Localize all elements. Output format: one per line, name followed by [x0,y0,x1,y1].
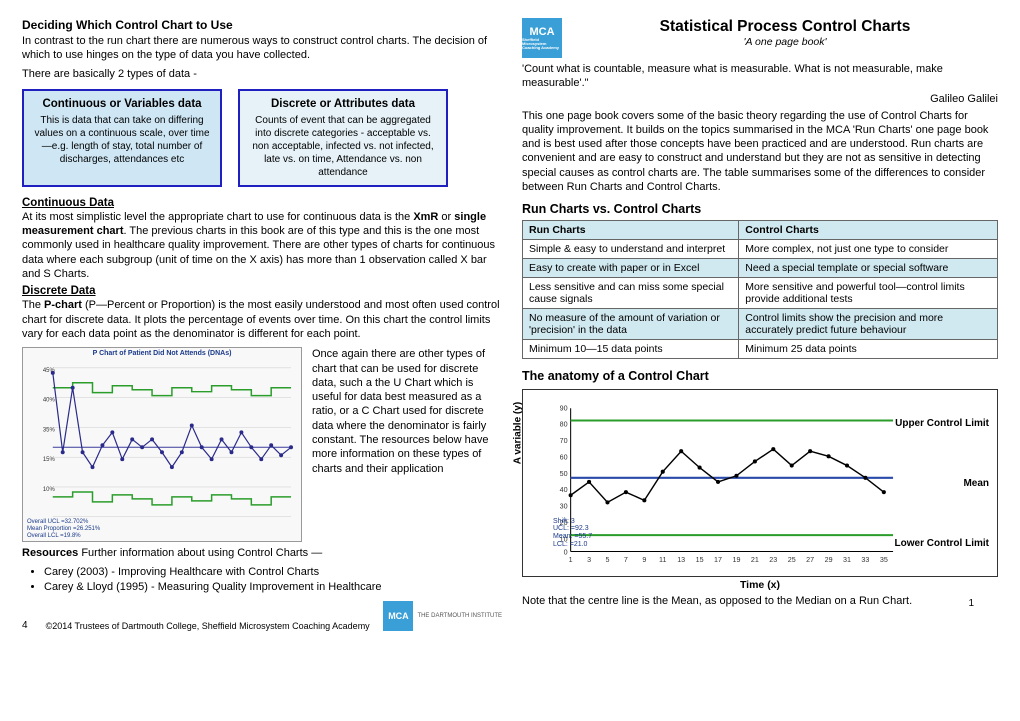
pchart-title: P Chart of Patient Did Not Attends (DNAs… [23,350,301,357]
table-cell: More complex, not just one type to consi… [739,240,998,259]
pchart-layout: P Chart of Patient Did Not Attends (DNAs… [22,347,502,542]
svg-text:19: 19 [732,556,740,564]
types-intro: There are basically 2 types of data - [22,67,502,81]
quote: 'Count what is countable, measure what i… [522,62,998,91]
table-cell: Need a special template or special softw… [739,259,998,278]
svg-text:15%: 15% [43,457,56,463]
subtitle: 'A one page book' [572,36,998,48]
svg-text:31: 31 [843,556,851,564]
table-cell: Easy to create with paper or in Excel [523,259,739,278]
anatomy-wrapper: A variable (y) Upper Control Limit Mean … [522,389,998,591]
resources-line: Resources Further information about usin… [22,546,502,560]
copyright: ©2014 Trustees of Dartmouth College, She… [46,621,370,631]
svg-text:60: 60 [560,454,568,462]
table-cell: Less sensitive and can miss some special… [523,278,739,309]
page-number-right: 1 [968,598,974,609]
pchart-image: P Chart of Patient Did Not Attends (DNAs… [22,347,302,542]
table-cell: Minimum 10—15 data points [523,340,739,359]
discrete-box-body: Counts of event that can be aggregated i… [248,114,438,179]
svg-text:27: 27 [806,556,814,564]
continuous-box-title: Continuous or Variables data [32,97,212,112]
pchart-side-text: Once again there are other types of char… [312,347,502,542]
th-control-charts: Control Charts [739,221,998,240]
svg-text:50: 50 [560,470,568,478]
svg-text:80: 80 [560,421,568,429]
lcl-label: Lower Control Limit [895,538,989,549]
anatomy-heading: The anatomy of a Control Chart [522,369,998,383]
mca-logo-small: MCA [383,601,413,631]
svg-text:29: 29 [825,556,833,564]
ucl-label: Upper Control Limit [895,418,989,429]
table-cell: More sensitive and powerful tool—control… [739,278,998,309]
comparison-table: Run Charts Control Charts Simple & easy … [522,220,998,359]
continuous-text: At its most simplistic level the appropr… [22,210,502,281]
svg-text:5: 5 [606,556,610,564]
svg-text:21: 21 [751,556,759,564]
resource-item: Carey (2003) - Improving Healthcare with… [44,565,502,580]
chart-stats: Shift: 3 UCL: =92.3 Mean: =55.7 LCL: =21… [553,518,592,549]
title-area: MCA Sheffield MicrosystemCoaching Academ… [522,18,998,58]
right-column: MCA Sheffield MicrosystemCoaching Academ… [522,18,998,631]
intro-body: This one page book covers some of the ba… [522,109,998,195]
discrete-box: Discrete or Attributes data Counts of ev… [238,89,448,187]
svg-text:11: 11 [659,556,666,564]
continuous-subhead: Continuous Data [22,197,502,209]
table-cell: Control limits show the precision and mo… [739,309,998,340]
quote-attribution: Galileo Galilei [522,93,998,105]
pchart-svg: 45% 40% 35% 15% 10% [23,348,301,542]
continuous-box: Continuous or Variables data This is dat… [22,89,222,187]
left-column: Deciding Which Control Chart to Use In c… [22,18,502,631]
main-title: Statistical Process Control Charts [572,18,998,36]
footer-left: 4 ©2014 Trustees of Dartmouth College, S… [22,601,502,631]
svg-text:7: 7 [624,556,628,564]
table-cell: Simple & easy to understand and interpre… [523,240,739,259]
resource-item: Carey & Lloyd (1995) - Measuring Quality… [44,580,502,595]
discrete-subhead: Discrete Data [22,285,502,297]
svg-text:9: 9 [642,556,646,564]
pchart-stats: Overall UCL =32.702% Mean Proportion =26… [27,519,100,539]
svg-text:23: 23 [769,556,777,564]
svg-text:70: 70 [560,437,568,445]
svg-text:3: 3 [587,556,591,564]
data-type-boxes: Continuous or Variables data This is dat… [22,89,502,187]
bottom-note: Note that the centre line is the Mean, a… [522,595,998,607]
svg-text:33: 33 [861,556,869,564]
svg-text:15: 15 [696,556,704,564]
th-run-charts: Run Charts [523,221,739,240]
discrete-text: The P-chart (P—Percent or Proportion) is… [22,298,502,341]
svg-text:90: 90 [560,405,568,413]
table-cell: Minimum 25 data points [739,340,998,359]
svg-text:30: 30 [560,503,568,511]
anatomy-chart: Upper Control Limit Mean Lower Control L… [522,389,998,577]
svg-text:40: 40 [560,487,568,495]
x-axis-label: Time (x) [522,579,998,591]
continuous-box-body: This is data that can take on differing … [32,114,212,166]
svg-text:35%: 35% [43,428,56,434]
svg-text:13: 13 [677,556,685,564]
resources-list: Carey (2003) - Improving Healthcare with… [44,565,502,596]
page-number-left: 4 [22,620,28,631]
deciding-heading: Deciding Which Control Chart to Use [22,18,502,32]
svg-text:0: 0 [564,549,568,557]
svg-text:25: 25 [788,556,796,564]
table-cell: No measure of the amount of variation or… [523,309,739,340]
svg-text:40%: 40% [43,398,56,404]
svg-text:10%: 10% [43,487,56,493]
svg-text:35: 35 [880,556,888,564]
svg-text:17: 17 [714,556,722,564]
deciding-intro: In contrast to the run chart there are n… [22,34,502,63]
mean-label: Mean [963,478,989,489]
discrete-box-title: Discrete or Attributes data [248,97,438,112]
svg-text:1: 1 [569,556,573,564]
comparison-heading: Run Charts vs. Control Charts [522,202,998,216]
mca-logo: MCA Sheffield MicrosystemCoaching Academ… [522,18,562,58]
dartmouth-logo: THE DARTMOUTH INSTITUTE [417,613,502,619]
